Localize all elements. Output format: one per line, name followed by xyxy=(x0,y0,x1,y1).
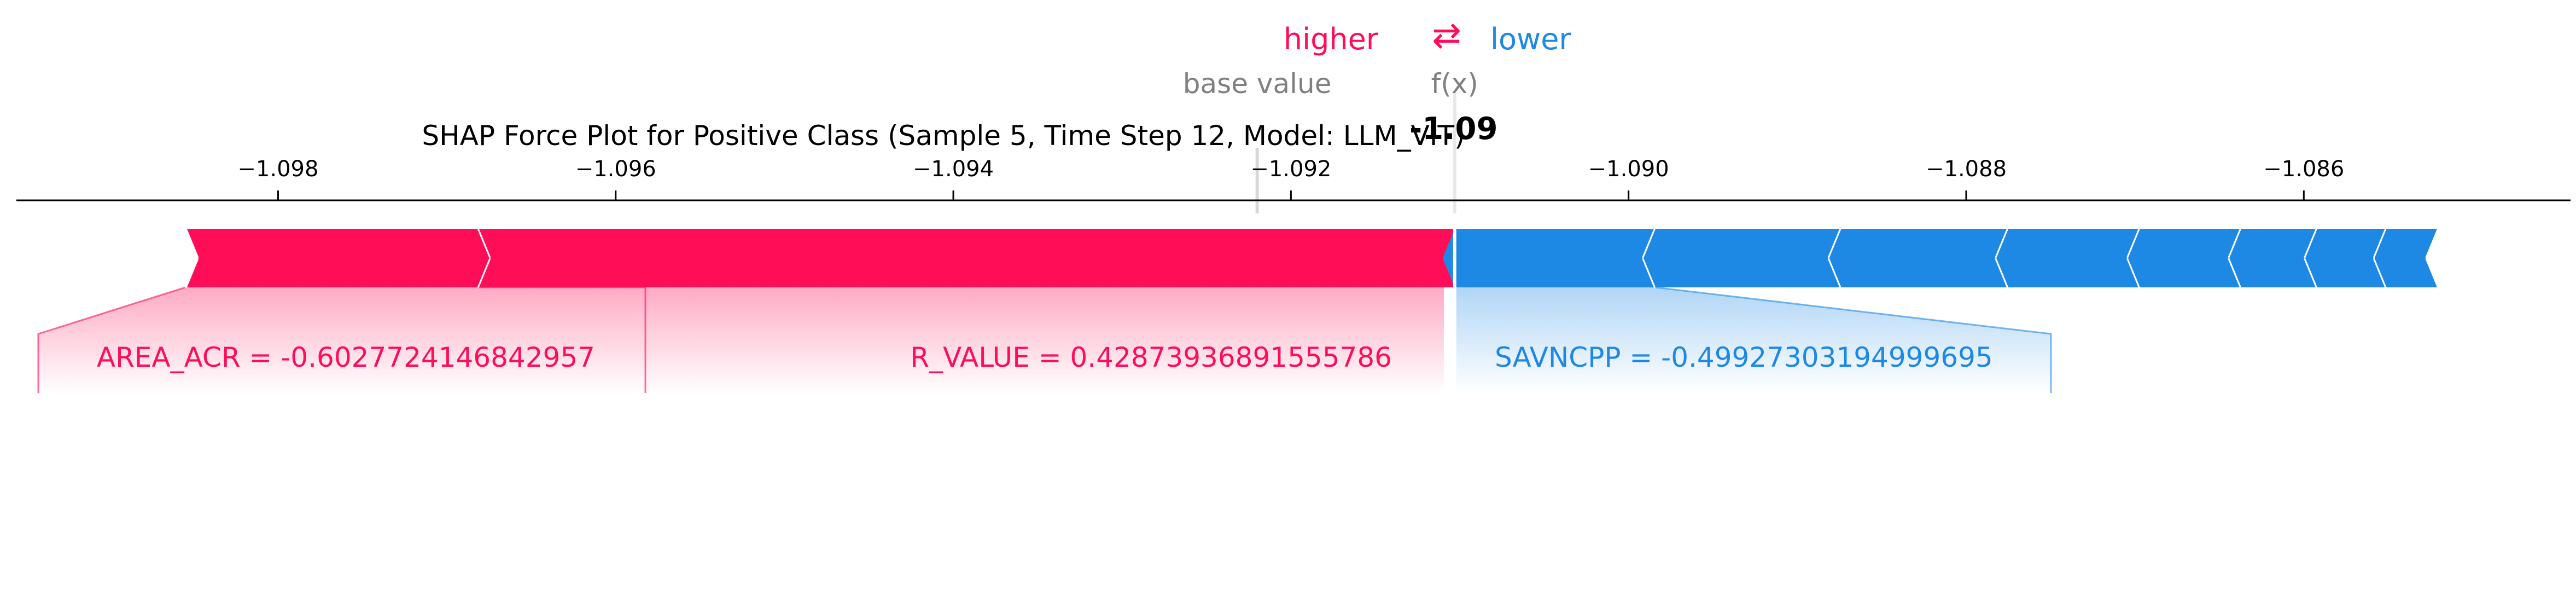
x-tick-label: −1.090 xyxy=(1588,157,1669,182)
negative-label-fan xyxy=(1454,287,2051,393)
positive-force-bar xyxy=(477,229,1467,287)
base-value-label: base value xyxy=(1183,68,1332,100)
negative-feature-label: SAVNCPP = -0.49927303194999695 xyxy=(1495,342,1993,373)
shap-force-plot: higher ⇄ lower base value f(x)-1.09 SHAP … xyxy=(16,15,2571,393)
x-tick-label: −1.088 xyxy=(1926,157,2007,182)
positive-feature-label: AREA_ACR = -0.6027724146842957 xyxy=(97,342,595,373)
positive-force-bar xyxy=(185,229,489,287)
negative-force-bar xyxy=(2229,229,2318,287)
x-tick-label: −1.096 xyxy=(575,157,656,182)
x-tick-label: −1.092 xyxy=(1250,157,1331,182)
positive-label-fan xyxy=(38,287,645,393)
fx-label: f(x) xyxy=(1431,68,1478,100)
negative-force-bar xyxy=(1829,229,2009,287)
negative-force-bar xyxy=(2128,229,2242,287)
x-tick-label: −1.086 xyxy=(2263,157,2344,182)
negative-force-bar xyxy=(1643,229,1841,287)
negative-force-bar xyxy=(1442,229,1656,287)
legend-arrow-up-icon: ⇄ xyxy=(1432,15,1461,56)
positive-feature-label: R_VALUE = 0.42873936891555786 xyxy=(910,342,1392,373)
negative-force-bar xyxy=(1996,229,2140,287)
chart-title: SHAP Force Plot for Positive Class (Samp… xyxy=(422,120,1465,152)
negative-force-bar xyxy=(2305,229,2387,287)
legend-lower-label: lower xyxy=(1490,22,1571,56)
legend-higher-label: higher xyxy=(1284,22,1379,56)
negative-force-bar xyxy=(2374,229,2439,287)
x-tick-label: −1.098 xyxy=(237,157,318,182)
x-tick-label: −1.094 xyxy=(913,157,994,182)
